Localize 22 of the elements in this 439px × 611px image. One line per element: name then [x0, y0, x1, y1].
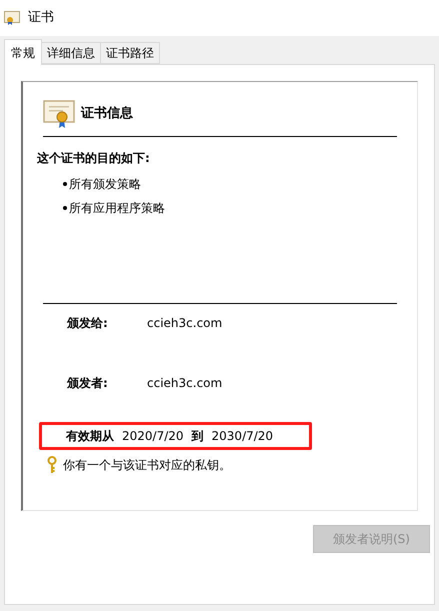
field-value: ccieh3c.com	[147, 375, 222, 392]
purpose-item: 所有应用程序策略	[69, 200, 165, 217]
field-label: 颁发者:	[67, 375, 109, 392]
certificate-icon	[43, 100, 75, 128]
purpose-item: 所有颁发策略	[69, 176, 141, 193]
validity-label: 到	[192, 428, 204, 445]
certificate-icon	[4, 11, 20, 25]
field-label: 颁发给:	[67, 315, 109, 332]
tab[interactable]: 常规	[4, 39, 42, 65]
key-icon	[47, 456, 57, 474]
date-value: 2030/7/20	[212, 428, 274, 445]
bullet-icon	[63, 206, 67, 210]
bullet-icon	[63, 182, 67, 186]
section-heading: 证书信息	[81, 105, 133, 124]
field-value: ccieh3c.com	[147, 315, 222, 332]
date-value: 2020/7/20	[122, 428, 184, 445]
tab[interactable]: 证书路径	[101, 42, 160, 64]
tab[interactable]: 详细信息	[42, 42, 101, 64]
purpose-title: 这个证书的目的如下:	[37, 150, 151, 167]
private-key-note: 你有一个与该证书对应的私钥。	[63, 457, 231, 474]
validity-label: 有效期从	[66, 428, 114, 445]
window-title: 证书	[28, 9, 54, 28]
